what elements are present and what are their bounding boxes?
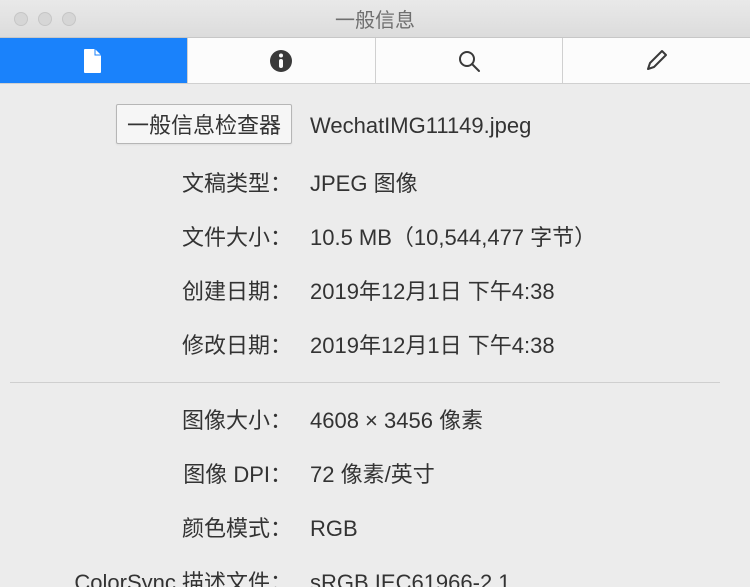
modified-label: 修改日期： xyxy=(10,328,310,360)
traffic-lights xyxy=(14,12,76,26)
filesize-value: 10.5 MB（10,544,477 字节） xyxy=(310,220,720,252)
created-label: 创建日期： xyxy=(10,274,310,306)
minimize-traffic-light[interactable] xyxy=(38,12,52,26)
close-traffic-light[interactable] xyxy=(14,12,28,26)
info-row-colormodel: 颜色模式： RGB xyxy=(10,511,720,543)
divider xyxy=(10,382,720,383)
doctype-value: JPEG 图像 xyxy=(310,166,720,198)
imagesize-label: 图像大小： xyxy=(10,403,310,435)
colorsync-label: ColorSync 描述文件： xyxy=(10,565,310,587)
info-row-filename: 一般信息检查器 WechatIMG11149.jpeg xyxy=(10,104,720,144)
dpi-label: 图像 DPI： xyxy=(10,457,310,489)
document-icon xyxy=(82,48,104,74)
info-row-imagesize: 图像大小： 4608 × 3456 像素 xyxy=(10,403,720,435)
tooltip-general-info-inspector: 一般信息检查器 xyxy=(116,104,292,144)
inspector-window: 一般信息 一般信息检查器 WechatI xyxy=(0,0,750,587)
imagesize-value: 4608 × 3456 像素 xyxy=(310,403,720,435)
info-row-dpi: 图像 DPI： 72 像素/英寸 xyxy=(10,457,720,489)
info-row-created: 创建日期： 2019年12月1日 下午4:38 xyxy=(10,274,720,306)
info-row-doctype: 文稿类型： JPEG 图像 xyxy=(10,166,720,198)
search-tab[interactable] xyxy=(376,38,564,83)
doctype-label: 文稿类型： xyxy=(10,166,310,198)
toolbar xyxy=(0,38,750,84)
zoom-traffic-light[interactable] xyxy=(62,12,76,26)
info-row-filesize: 文件大小： 10.5 MB（10,544,477 字节） xyxy=(10,220,720,252)
edit-tab[interactable] xyxy=(563,38,750,83)
info-row-modified: 修改日期： 2019年12月1日 下午4:38 xyxy=(10,328,720,360)
filesize-label: 文件大小： xyxy=(10,220,310,252)
more-info-tab[interactable] xyxy=(188,38,376,83)
titlebar: 一般信息 xyxy=(0,0,750,38)
colorsync-value: sRGB IEC61966-2.1 xyxy=(310,570,720,587)
window-title: 一般信息 xyxy=(0,4,750,33)
dpi-value: 72 像素/英寸 xyxy=(310,457,720,489)
info-circle-icon xyxy=(268,48,294,74)
pencil-icon xyxy=(644,48,670,74)
magnifier-icon xyxy=(456,48,482,74)
general-info-tab[interactable] xyxy=(0,38,188,83)
colormodel-label: 颜色模式： xyxy=(10,511,310,543)
info-content: 一般信息检查器 WechatIMG11149.jpeg 文稿类型： JPEG 图… xyxy=(0,84,750,587)
info-row-colorsync: ColorSync 描述文件： sRGB IEC61966-2.1 xyxy=(10,565,720,587)
colormodel-value: RGB xyxy=(310,516,720,542)
modified-value: 2019年12月1日 下午4:38 xyxy=(310,328,720,360)
filename-value: WechatIMG11149.jpeg xyxy=(310,113,720,139)
created-value: 2019年12月1日 下午4:38 xyxy=(310,274,720,306)
